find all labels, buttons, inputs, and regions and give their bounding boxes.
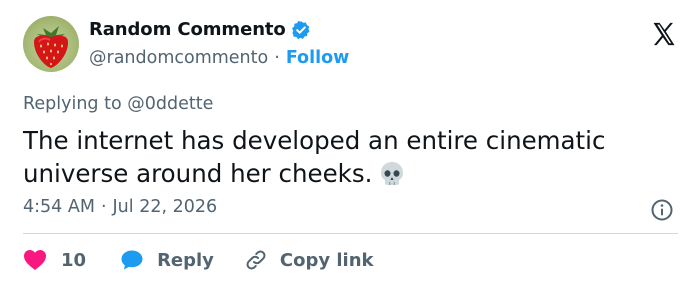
- verified-badge-icon[interactable]: [291, 20, 311, 40]
- info-icon[interactable]: [650, 198, 674, 222]
- tweet-time[interactable]: 4:54 AM: [23, 197, 95, 217]
- strawberry-image: [34, 26, 69, 68]
- tweet-actions: 10 Reply Copy link: [23, 246, 374, 274]
- replying-to-line: Replying to @0ddette: [23, 94, 213, 114]
- reply-label: Reply: [157, 249, 214, 271]
- like-button[interactable]: 10: [23, 249, 86, 271]
- author-name-row: Random Commento: [89, 19, 311, 40]
- avatar[interactable]: [23, 16, 79, 72]
- copy-link-label: Copy link: [279, 249, 374, 271]
- reply-bubble-icon: [121, 250, 143, 270]
- tweet-card: Random Commento @randomcommento · Follow…: [0, 0, 700, 287]
- copy-link-button[interactable]: Copy link: [244, 248, 374, 272]
- author-display-name[interactable]: Random Commento: [89, 19, 286, 40]
- replying-to-mention[interactable]: @0ddette: [127, 94, 213, 114]
- replying-prefix: Replying to: [23, 94, 128, 114]
- x-logo-icon[interactable]: [650, 20, 678, 48]
- heart-icon: [24, 250, 46, 270]
- handle-separator: ·: [274, 48, 280, 68]
- link-icon: [246, 250, 266, 270]
- tweet-text-block: The internet has developed an entire cin…: [23, 124, 663, 190]
- tweet-date[interactable]: Jul 22, 2026: [113, 197, 218, 217]
- reply-button[interactable]: Reply: [120, 249, 214, 271]
- tweet-timestamp[interactable]: 4:54 AM · Jul 22, 2026: [23, 197, 217, 217]
- follow-button[interactable]: Follow: [286, 48, 349, 68]
- tweet-text: The internet has developed an entire cin…: [23, 126, 606, 188]
- like-count: 10: [61, 249, 87, 271]
- divider: [23, 233, 678, 234]
- skull-emoji: [378, 160, 406, 188]
- author-handle-row: @randomcommento · Follow: [89, 48, 349, 68]
- timestamp-separator: ·: [100, 197, 107, 217]
- author-handle[interactable]: @randomcommento: [89, 48, 268, 68]
